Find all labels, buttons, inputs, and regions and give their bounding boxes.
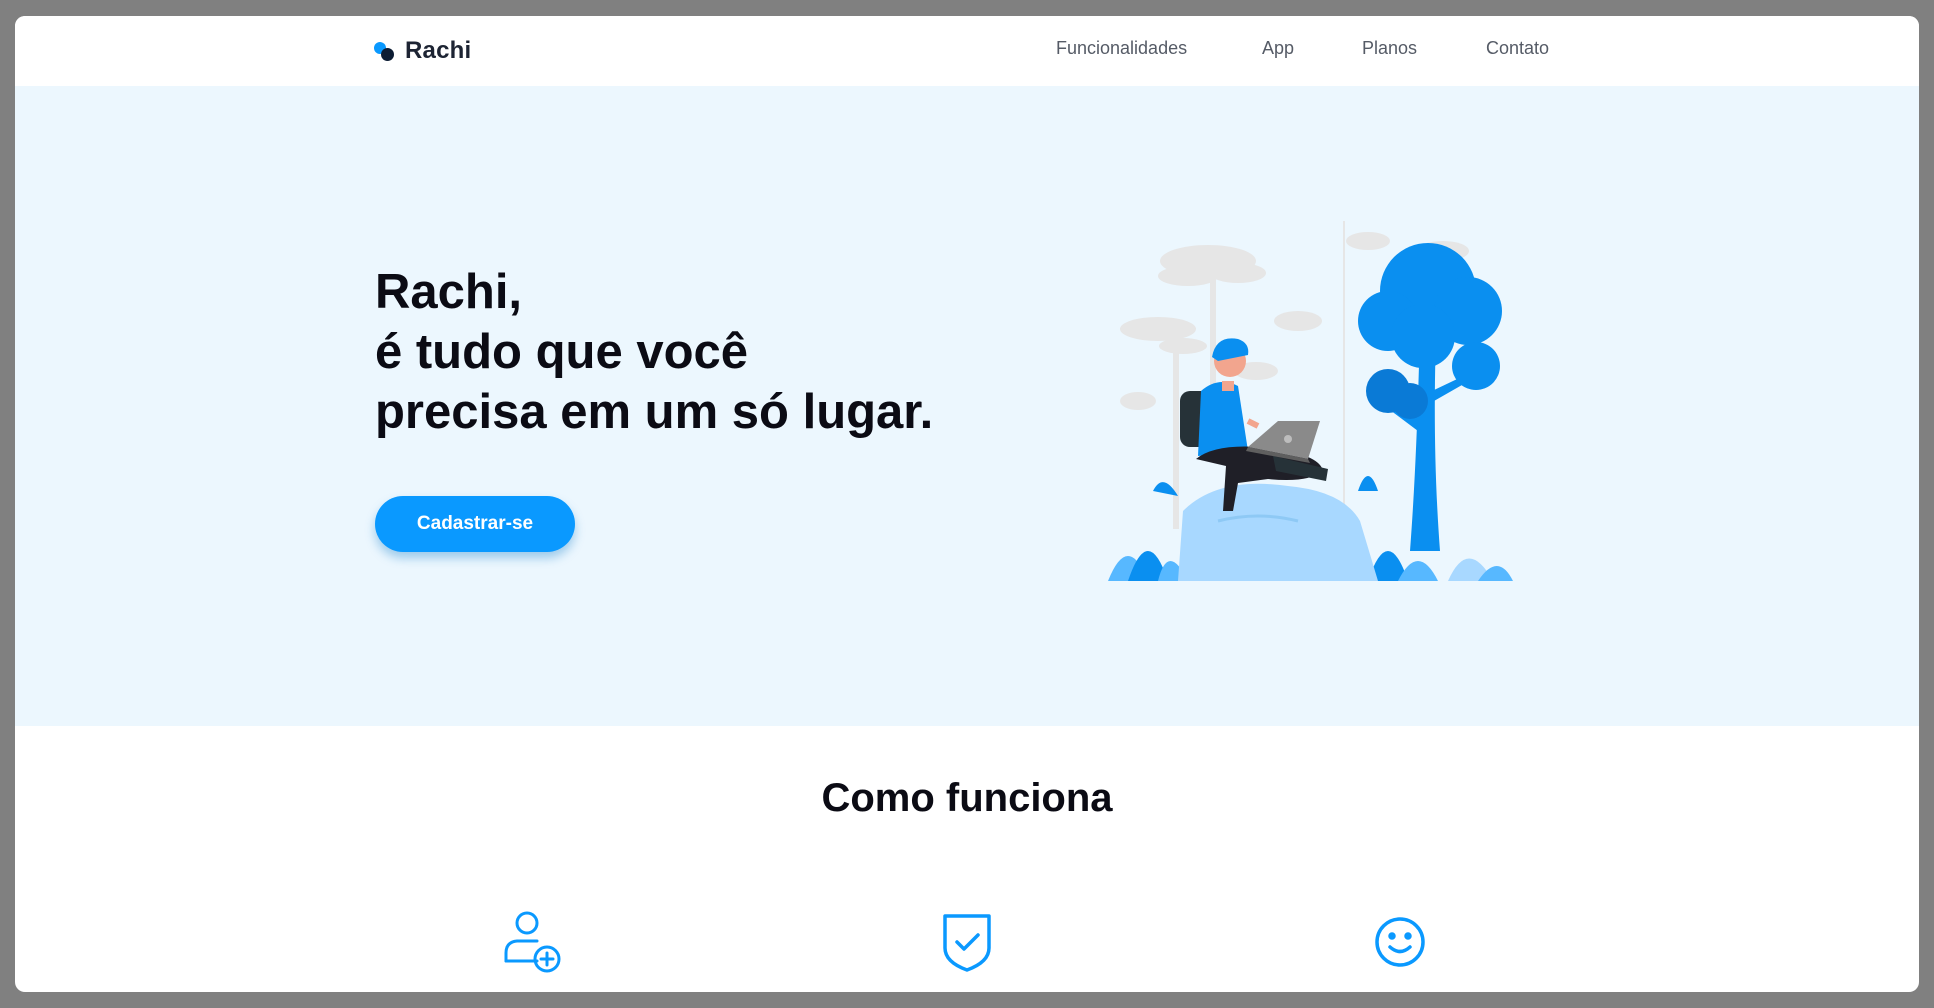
signup-button[interactable]: Cadastrar-se xyxy=(375,496,575,552)
hero-title: Rachi, é tudo que você precisa em um só … xyxy=(375,262,933,442)
shield-check-icon xyxy=(943,914,991,972)
nav-link-contato[interactable]: Contato xyxy=(1486,38,1549,59)
section-title-how-it-works: Como funciona xyxy=(821,776,1113,820)
user-add-icon xyxy=(504,911,561,973)
nav-link-app[interactable]: App xyxy=(1262,38,1294,59)
nav-link-funcionalidades[interactable]: Funcionalidades xyxy=(1056,38,1187,59)
blue-tree xyxy=(1358,243,1502,551)
hero-title-line: Rachi, xyxy=(375,265,523,319)
navbar: Rachi Funcionalidades App Planos Contato xyxy=(15,16,1919,86)
hero-section: Rachi, é tudo que você precisa em um só … xyxy=(15,86,1919,726)
hero-illustration xyxy=(1108,221,1513,581)
brand-name: Rachi xyxy=(405,37,472,64)
brand-logo[interactable]: Rachi xyxy=(374,36,471,66)
hero-title-line: é tudo que você xyxy=(375,325,749,379)
hero-title-line: precisa em um só lugar. xyxy=(375,385,934,439)
logo-icon xyxy=(374,40,396,62)
nav-link-planos[interactable]: Planos xyxy=(1362,38,1417,59)
browser-viewport: Rachi Funcionalidades App Planos Contato… xyxy=(15,16,1919,992)
rock xyxy=(1178,483,1378,581)
smile-icon xyxy=(1375,917,1425,967)
